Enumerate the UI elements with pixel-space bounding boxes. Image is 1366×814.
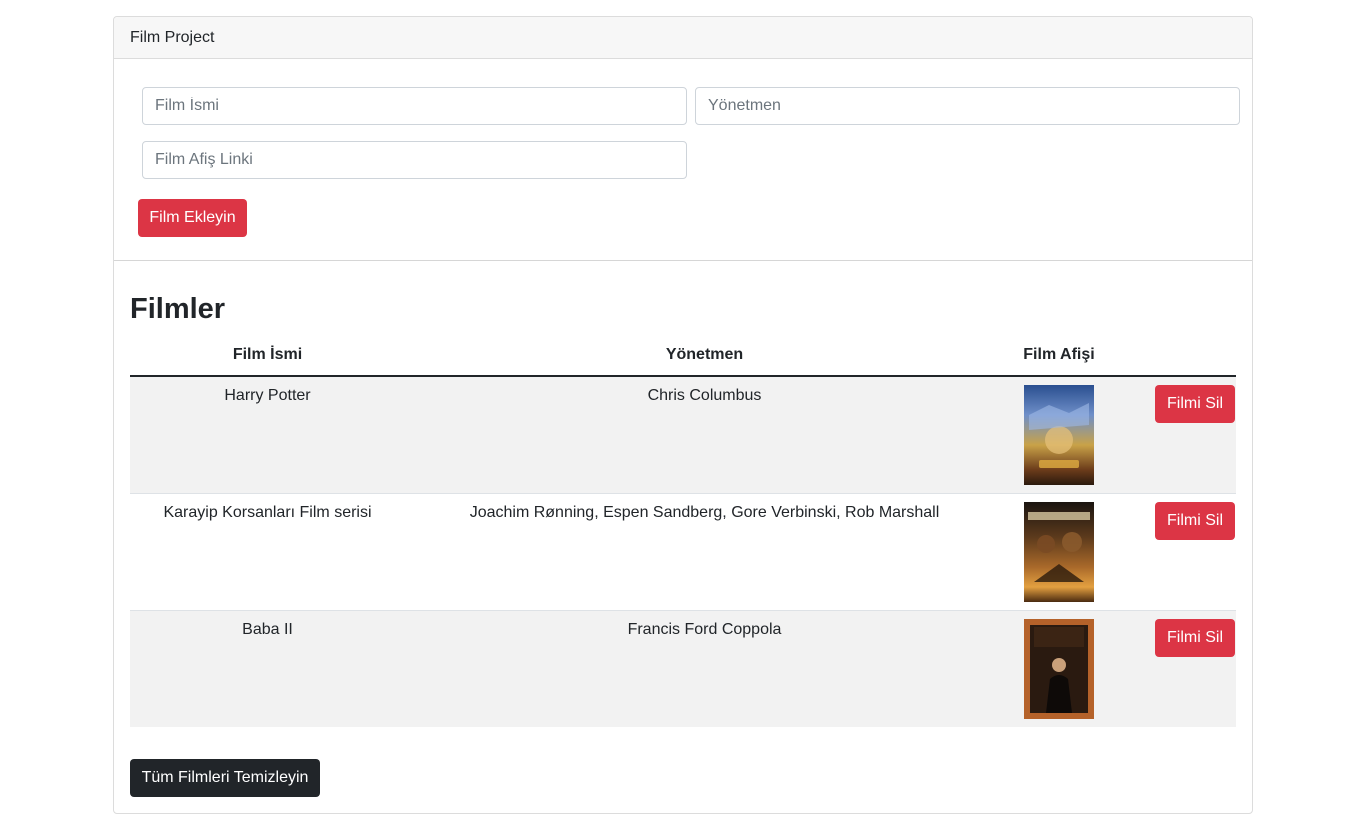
director-input[interactable]	[695, 87, 1240, 125]
director-cell: Chris Columbus	[405, 376, 1004, 493]
table-row: Baba II Francis Ford Coppola Filmi Sil	[130, 609, 1236, 727]
film-project-card: Film Project Film Ekleyin Filmler Film İ…	[113, 16, 1253, 814]
film-name-cell: Harry Potter	[130, 376, 405, 493]
poster-cell	[1004, 492, 1114, 610]
card-header: Film Project	[114, 17, 1252, 59]
harry-potter-poster-image	[1024, 385, 1094, 485]
delete-film-button[interactable]: Filmi Sil	[1155, 618, 1235, 657]
director-cell: Joachim Rønning, Espen Sandberg, Gore Ve…	[405, 492, 1004, 610]
column-header-actions	[1114, 342, 1236, 377]
godfather-poster-image	[1024, 618, 1094, 719]
delete-film-button[interactable]: Filmi Sil	[1155, 501, 1235, 540]
films-table: Film İsmi Yönetmen Film Afişi Harry Pott…	[130, 342, 1236, 727]
actions-cell: Filmi Sil	[1114, 609, 1236, 727]
table-header-row: Film İsmi Yönetmen Film Afişi	[130, 342, 1236, 377]
pirates-poster-image	[1024, 501, 1094, 602]
card-title: Film Project	[130, 29, 215, 46]
film-name-input[interactable]	[142, 87, 687, 125]
film-name-cell: Karayip Korsanları Film serisi	[130, 492, 405, 610]
actions-cell: Filmi Sil	[1114, 376, 1236, 493]
delete-film-button[interactable]: Filmi Sil	[1155, 385, 1235, 423]
poster-cell	[1004, 376, 1114, 493]
poster-link-input[interactable]	[142, 141, 687, 179]
add-film-form: Film Ekleyin	[114, 59, 1252, 261]
film-name-cell: Baba II	[130, 609, 405, 727]
films-table-container: Film İsmi Yönetmen Film Afişi Harry Pott…	[130, 342, 1236, 727]
add-film-button[interactable]: Film Ekleyin	[138, 199, 247, 237]
column-header-poster: Film Afişi	[1004, 342, 1114, 377]
column-header-director: Yönetmen	[405, 342, 1004, 377]
table-row: Harry Potter Chris Columbus Filmi Sil	[130, 376, 1236, 493]
column-header-film-name: Film İsmi	[130, 342, 405, 377]
clear-all-films-button[interactable]: Tüm Filmleri Temizleyin	[130, 759, 320, 797]
films-heading: Filmler	[130, 293, 226, 325]
table-row: Karayip Korsanları Film serisi Joachim R…	[130, 492, 1236, 610]
director-cell: Francis Ford Coppola	[405, 609, 1004, 727]
poster-cell	[1004, 609, 1114, 727]
actions-cell: Filmi Sil	[1114, 492, 1236, 610]
